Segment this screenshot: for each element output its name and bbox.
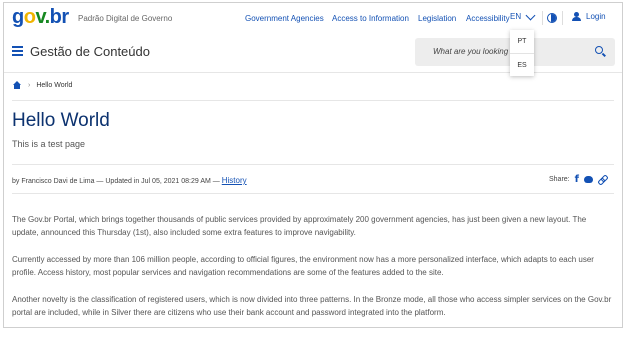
hamburger-menu-icon[interactable]: [12, 46, 23, 56]
language-option-es[interactable]: ES: [510, 53, 534, 76]
breadcrumb-current: Hello World: [36, 81, 73, 89]
paragraph: Another novelty is the classification of…: [12, 295, 612, 317]
link-accessibility[interactable]: Accessibility: [466, 14, 510, 23]
language-label: EN: [510, 12, 522, 21]
divider: [12, 164, 614, 165]
search-icon[interactable]: [595, 46, 603, 54]
divider: [562, 11, 563, 25]
share-bar: Share: f: [549, 174, 607, 185]
govbr-logo[interactable]: gov.br: [12, 6, 69, 29]
user-icon: [572, 12, 581, 21]
browser-page: gov.br Padrão Digital de Governo Governm…: [3, 2, 623, 328]
chevron-right-icon: ›: [28, 81, 31, 89]
share-label: Share:: [549, 176, 570, 183]
tagline: Padrão Digital de Governo: [78, 14, 173, 23]
paragraph: The Gov.br Portal, which brings together…: [12, 215, 587, 237]
app-title: Gestão de Conteúdo: [30, 44, 150, 59]
twitter-icon[interactable]: [583, 176, 593, 183]
byline-text: by Francisco Davi de Lima — Updated in J…: [12, 178, 220, 185]
divider: [12, 193, 614, 194]
link-icon[interactable]: [598, 175, 607, 184]
language-selector[interactable]: EN: [510, 10, 536, 21]
contrast-icon[interactable]: [547, 13, 557, 23]
link-access-to-information[interactable]: Access to Information: [332, 14, 409, 23]
language-option-pt[interactable]: PT: [510, 30, 534, 53]
page-margin: [0, 328, 628, 344]
byline: by Francisco Davi de Lima — Updated in J…: [12, 176, 247, 185]
page-title: Hello World: [12, 110, 110, 131]
search-placeholder: What are you looking: [433, 47, 509, 56]
home-icon[interactable]: [12, 81, 22, 89]
top-header: gov.br Padrão Digital de Governo Governm…: [4, 3, 622, 33]
chevron-down-icon: [525, 10, 536, 20]
breadcrumb: › Hello World: [12, 81, 72, 89]
divider: [12, 100, 614, 101]
page-subtitle: This is a test page: [12, 139, 86, 149]
divider: [542, 11, 543, 25]
paragraph: Currently accessed by more than 106 mill…: [12, 255, 594, 277]
facebook-icon[interactable]: f: [575, 174, 579, 185]
login-label: Login: [586, 12, 606, 21]
link-government-agencies[interactable]: Government Agencies: [245, 14, 324, 23]
link-legislation[interactable]: Legislation: [418, 14, 456, 23]
history-link[interactable]: History: [222, 176, 247, 185]
login-button[interactable]: Login: [572, 12, 606, 21]
language-dropdown: PT ES: [510, 30, 534, 76]
